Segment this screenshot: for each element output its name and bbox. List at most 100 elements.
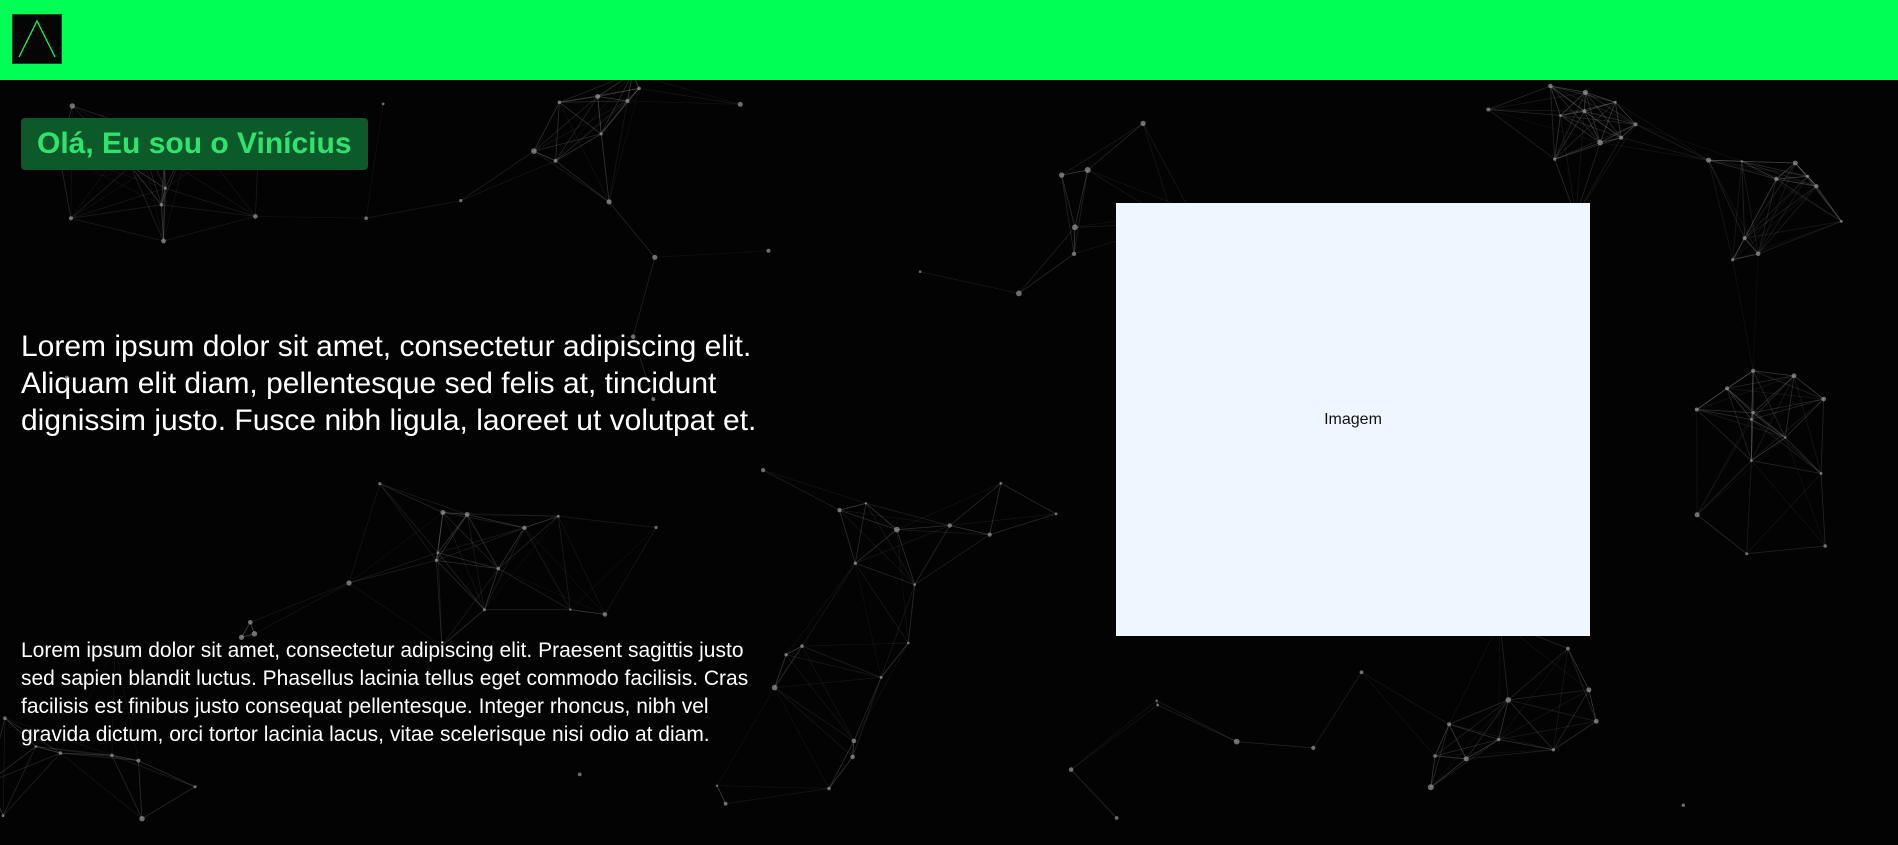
network-link (161, 204, 256, 217)
network-node (139, 816, 145, 822)
network-link (348, 512, 444, 584)
network-link (1061, 123, 1144, 176)
network-link (801, 645, 882, 678)
network-node (1072, 224, 1078, 231)
network-node (553, 158, 558, 163)
network-node (1155, 699, 1158, 702)
network-link (1156, 700, 1237, 742)
network-link (165, 187, 256, 217)
network-link (558, 515, 657, 528)
network-link (524, 527, 606, 615)
network-link (839, 509, 950, 526)
network-node (1814, 184, 1819, 189)
network-link (348, 552, 439, 584)
network-node (1694, 512, 1700, 518)
network-link (855, 562, 915, 585)
network-link (1751, 398, 1824, 420)
network-node (161, 238, 166, 244)
network-link (828, 756, 853, 789)
network-link (1696, 412, 1754, 515)
network-link (1553, 648, 1569, 750)
network-link (441, 568, 499, 647)
network-node (1140, 120, 1146, 127)
network-link (608, 100, 628, 202)
network-link (1018, 253, 1075, 294)
network-node (1, 814, 5, 818)
network-link (555, 96, 599, 162)
network-link (1751, 437, 1786, 461)
network-link (774, 677, 882, 688)
network-link (366, 200, 461, 219)
network-node (784, 653, 788, 657)
network-link (348, 560, 437, 584)
network-node (771, 684, 778, 691)
network-node (69, 103, 76, 109)
network-node (864, 502, 868, 505)
network-node (1486, 107, 1491, 112)
network-link (1430, 739, 1499, 788)
network-link (854, 563, 909, 644)
network-link (828, 740, 855, 789)
network-link (786, 654, 882, 678)
network-link (1708, 160, 1745, 239)
network-link (774, 654, 787, 688)
network-link (1732, 221, 1842, 261)
network-link (920, 271, 1019, 294)
network-link (1070, 704, 1158, 770)
network-link (555, 100, 628, 162)
network-node (1559, 114, 1562, 117)
network-node (1311, 745, 1316, 751)
network-link (436, 560, 499, 569)
network-link (1430, 755, 1436, 788)
network-node (1706, 157, 1712, 163)
network-link (555, 160, 610, 203)
network-node (907, 641, 910, 645)
network-link (1508, 689, 1589, 701)
network-node (1819, 472, 1823, 475)
network-link (1430, 699, 1509, 788)
network-link (460, 150, 535, 201)
network-link (1696, 460, 1752, 516)
network-node (251, 631, 258, 637)
network-link (111, 754, 139, 761)
network-link (1600, 142, 1709, 161)
network-link (1726, 388, 1786, 438)
network-link (557, 516, 571, 610)
network-link (0, 752, 61, 778)
network-node (723, 801, 728, 806)
network-link (1508, 648, 1569, 701)
network-node (1553, 157, 1557, 161)
network-link (460, 160, 556, 201)
network-node (1597, 139, 1603, 146)
network-node (1750, 418, 1753, 421)
network-node (918, 270, 922, 274)
network-node (556, 514, 560, 518)
network-node (557, 100, 562, 105)
network-node (68, 216, 73, 221)
network-link (1448, 621, 1501, 725)
network-link (1635, 124, 1709, 161)
network-node (595, 94, 601, 99)
network-link (255, 216, 367, 219)
network-link (1498, 720, 1597, 740)
logo-button[interactable] (12, 14, 62, 64)
network-link (785, 563, 856, 655)
network-node (1681, 803, 1686, 807)
network-link (1741, 160, 1808, 177)
network-link (855, 525, 950, 564)
triangle-logo-icon (18, 19, 56, 58)
network-link (1550, 85, 1616, 103)
network-link (1488, 109, 1555, 160)
network-node (850, 754, 855, 760)
network-link (762, 469, 840, 511)
network-node (1084, 167, 1091, 173)
network-node (482, 608, 486, 612)
network-link (1732, 259, 1754, 371)
network-link (1498, 689, 1590, 740)
network-link (1434, 699, 1509, 757)
network-link (1752, 253, 1759, 371)
network-link (0, 746, 37, 775)
network-node (625, 99, 630, 103)
network-node (737, 101, 743, 107)
network-link (1361, 672, 1436, 757)
